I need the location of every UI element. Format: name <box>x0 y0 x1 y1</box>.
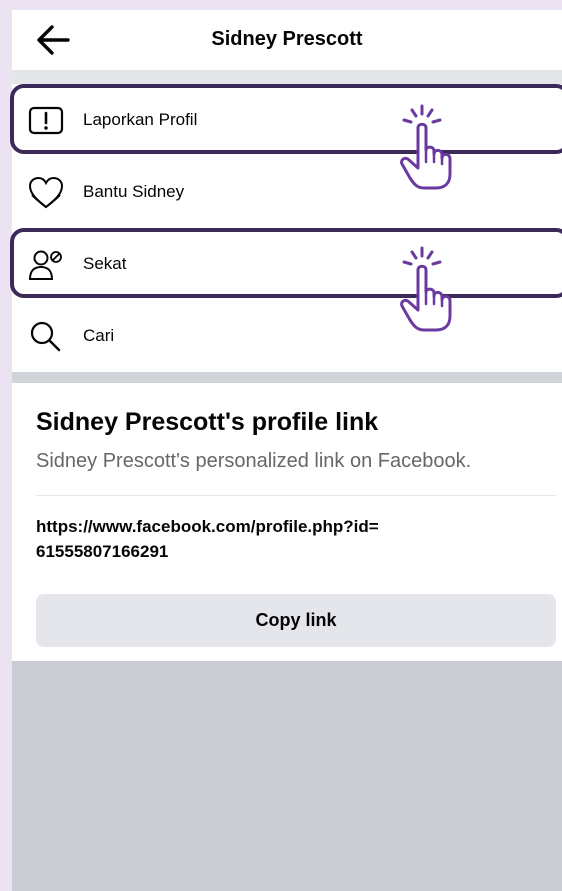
header-bar: Sidney Prescott <box>12 10 562 70</box>
menu-item-label: Sekat <box>83 254 127 273</box>
profile-link-section: Sidney Prescott's profile link Sidney Pr… <box>12 383 562 661</box>
profile-link-title: Sidney Prescott's profile link <box>36 408 379 436</box>
section-rule <box>36 495 556 496</box>
search-icon <box>30 321 61 352</box>
page-title: Sidney Prescott <box>211 28 363 50</box>
menu-item-help-friend[interactable]: Bantu Sidney <box>12 156 562 228</box>
menu-item-search[interactable]: Cari <box>12 300 562 372</box>
menu-item-label: Laporkan Profil <box>83 110 198 129</box>
divider-band <box>12 70 562 84</box>
heart-icon <box>28 176 64 209</box>
profile-url-line2: 61555807166291 <box>36 542 169 561</box>
profile-url[interactable]: https://www.facebook.com/profile.php?id=… <box>36 514 536 564</box>
menu-item-label: Bantu Sidney <box>83 182 185 201</box>
report-icon <box>28 106 64 135</box>
menu-item-block[interactable]: Sekat <box>12 228 562 300</box>
menu-item-report-profile[interactable]: Laporkan Profil <box>12 84 562 156</box>
block-user-icon <box>28 250 62 280</box>
options-menu: Laporkan Profil Bantu Sidney Sekat Cari <box>12 84 562 372</box>
section-divider <box>12 372 562 383</box>
app-frame: Sidney Prescott Laporkan Profil Bantu Si… <box>12 10 562 891</box>
copy-link-button[interactable]: Copy link <box>36 594 556 647</box>
menu-item-label: Cari <box>83 326 115 345</box>
profile-url-line1: https://www.facebook.com/profile.php?id= <box>36 517 379 536</box>
profile-link-subtitle: Sidney Prescott's personalized link on F… <box>36 450 472 472</box>
